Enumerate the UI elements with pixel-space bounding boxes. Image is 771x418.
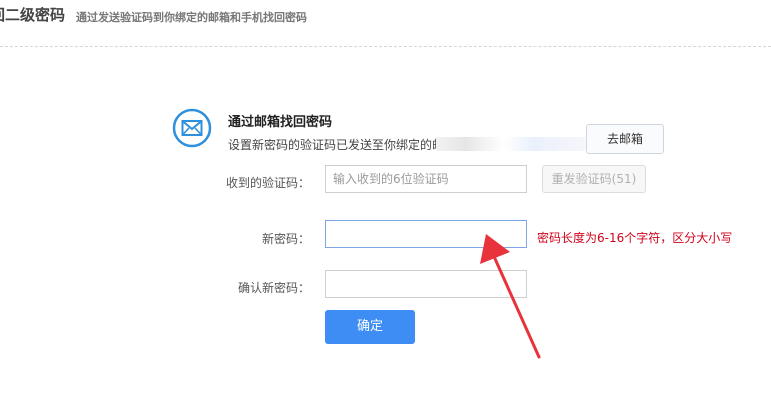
- blurred-email: [436, 137, 586, 151]
- resend-code-button[interactable]: 重发验证码(51): [542, 165, 646, 193]
- header-divider: [0, 46, 771, 47]
- page-header: 回二级密码 通过发送验证码到你绑定的邮箱和手机找回密码: [0, 0, 771, 48]
- page-subtitle: 通过发送验证码到你绑定的邮箱和手机找回密码: [76, 11, 307, 24]
- new-password-label: 新密码：: [261, 232, 310, 246]
- confirm-password-label: 确认新密码：: [237, 281, 310, 295]
- verification-code-input[interactable]: [325, 165, 527, 193]
- verification-code-label: 收到的验证码：: [225, 176, 310, 190]
- go-mailbox-button[interactable]: 去邮箱: [586, 124, 664, 154]
- section-title: 通过邮箱找回密码: [228, 115, 333, 130]
- password-hint: 密码长度为6-16个字符，区分大小写: [537, 231, 733, 245]
- annotation-arrow-icon: [480, 234, 541, 359]
- confirm-button[interactable]: 确定: [325, 310, 415, 344]
- section-description: 设置新密码的验证码已发送至你绑定的邮: [228, 138, 445, 152]
- mail-icon: [172, 108, 212, 148]
- page-title: 回二级密码: [0, 6, 66, 24]
